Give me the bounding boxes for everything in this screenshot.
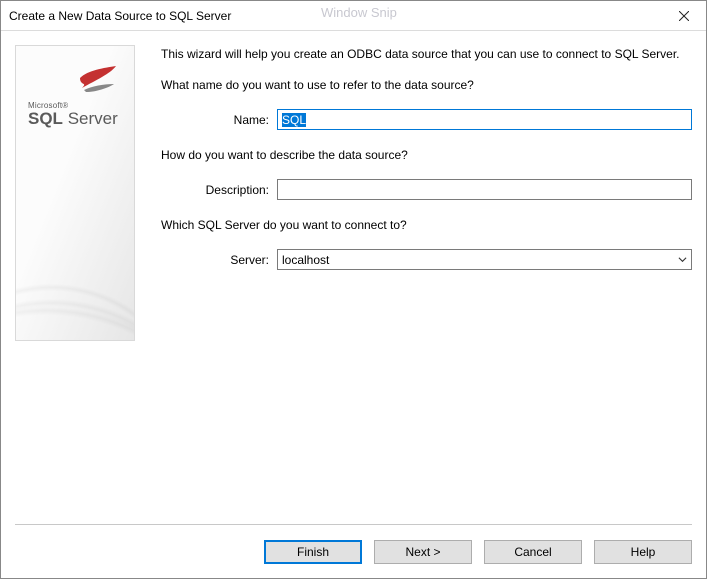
intro-text: This wizard will help you create an ODBC… — [161, 47, 692, 62]
next-button[interactable]: Next > — [374, 540, 472, 564]
side-graphic: Microsoft® SQL Server — [15, 45, 135, 341]
window-title: Create a New Data Source to SQL Server — [9, 9, 231, 23]
question-name: What name do you want to use to refer to… — [161, 78, 692, 93]
help-button[interactable]: Help — [594, 540, 692, 564]
dialog-window: Create a New Data Source to SQL Server W… — [0, 0, 707, 579]
dialog-body: Microsoft® SQL Server This wizard will h… — [1, 31, 706, 524]
question-server: Which SQL Server do you want to connect … — [161, 218, 692, 233]
snip-watermark: Window Snip — [321, 5, 397, 20]
name-input[interactable] — [277, 109, 692, 130]
label-server: Server: — [161, 253, 277, 267]
row-server: Server: localhost — [161, 249, 692, 270]
label-name: Name: — [161, 113, 277, 127]
label-description: Description: — [161, 183, 277, 197]
content-area: This wizard will help you create an ODBC… — [161, 45, 692, 524]
server-value: localhost — [282, 253, 329, 267]
close-icon — [679, 11, 689, 21]
question-description: How do you want to describe the data sou… — [161, 148, 692, 163]
sql-server-icon — [74, 62, 120, 98]
brand-sqlserver: SQL Server — [28, 110, 118, 127]
description-input[interactable] — [277, 179, 692, 200]
close-button[interactable] — [661, 1, 706, 30]
finish-button[interactable]: Finish — [264, 540, 362, 564]
row-description: Description: — [161, 179, 692, 200]
button-bar: Finish Next > Cancel Help — [15, 524, 692, 578]
brand-text: Microsoft® SQL Server — [28, 102, 118, 127]
cancel-button[interactable]: Cancel — [484, 540, 582, 564]
chevron-down-icon — [678, 255, 687, 264]
titlebar: Create a New Data Source to SQL Server W… — [1, 1, 706, 31]
row-name: Name: — [161, 109, 692, 130]
server-combobox[interactable]: localhost — [277, 249, 692, 270]
